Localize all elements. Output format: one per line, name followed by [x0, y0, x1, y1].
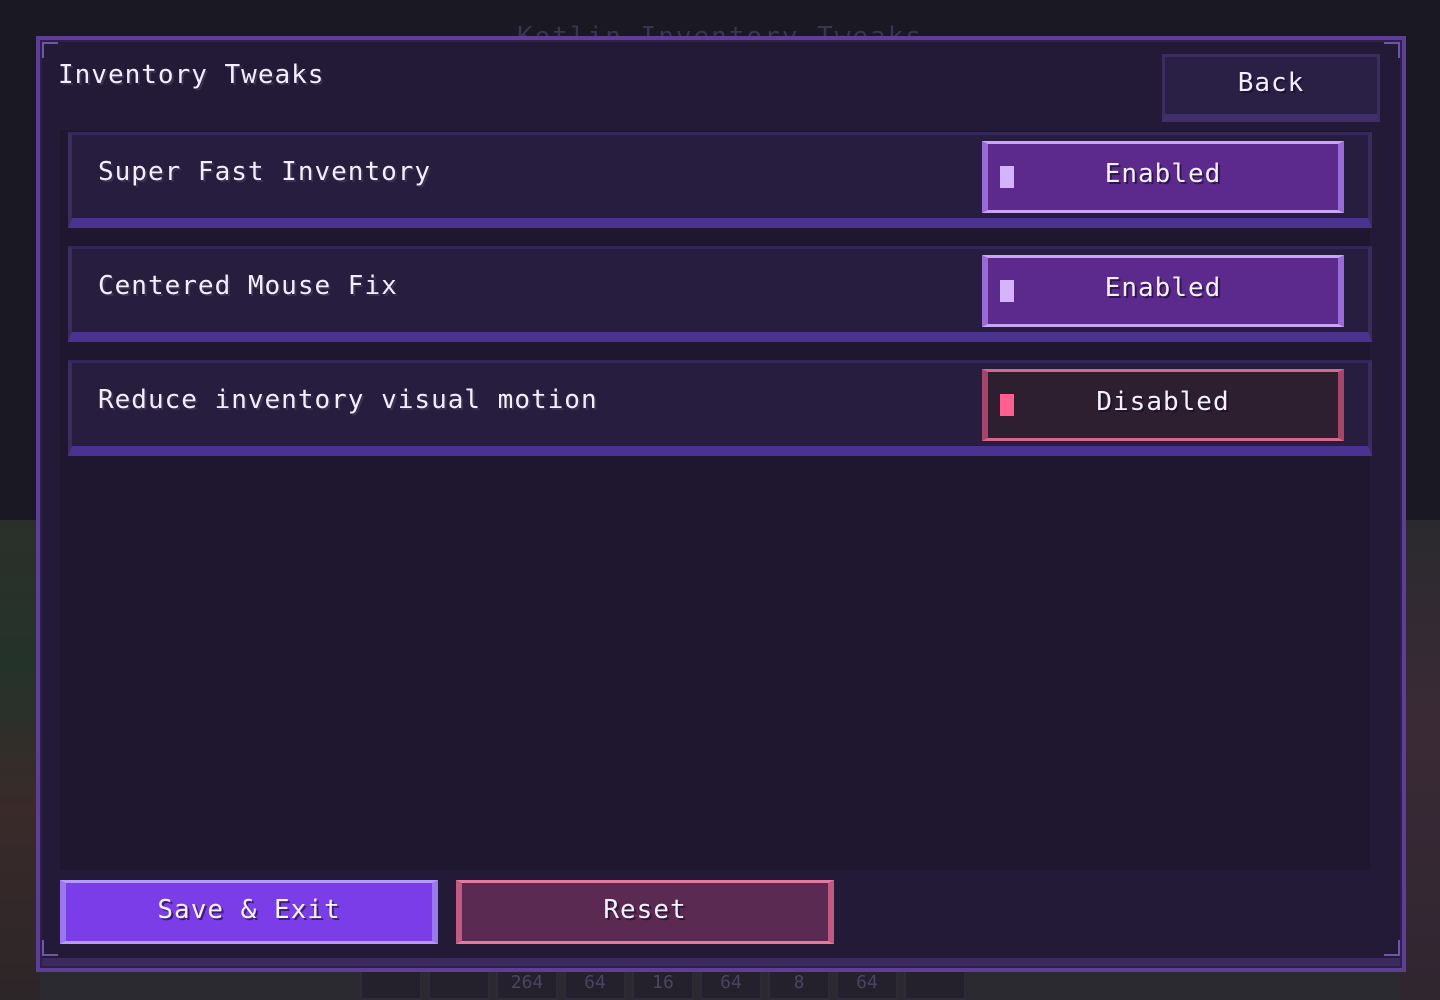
world-terrain-left: [0, 520, 40, 1000]
setting-label: Centered Mouse Fix: [98, 271, 398, 301]
toggle-value: Enabled: [1104, 273, 1222, 303]
setting-label: Super Fast Inventory: [98, 157, 432, 187]
save-and-exit-button[interactable]: Save & Exit: [60, 880, 438, 944]
page-title: Inventory Tweaks: [58, 60, 325, 90]
toggle-value: Enabled: [1104, 159, 1222, 189]
centered-mouse-fix-toggle[interactable]: Enabled: [982, 255, 1344, 327]
settings-list-area: [60, 130, 1370, 870]
toggle-indicator-icon: [1000, 394, 1014, 416]
corner-ornament: [1384, 940, 1400, 956]
back-button[interactable]: Back: [1162, 54, 1380, 122]
corner-ornament: [1384, 42, 1400, 58]
corner-ornament: [42, 940, 58, 956]
reduce-visual-motion-toggle[interactable]: Disabled: [982, 369, 1344, 441]
world-terrain-right: [1400, 520, 1440, 1000]
setting-row-super-fast-inventory: Super Fast Inventory Enabled: [68, 132, 1372, 228]
reset-button[interactable]: Reset: [456, 880, 834, 944]
setting-row-centered-mouse-fix: Centered Mouse Fix Enabled: [68, 246, 1372, 342]
corner-ornament: [42, 42, 58, 58]
setting-label: Reduce inventory visual motion: [98, 385, 598, 415]
toggle-value: Disabled: [1096, 387, 1230, 417]
toggle-indicator-icon: [1000, 166, 1014, 188]
super-fast-inventory-toggle[interactable]: Enabled: [982, 141, 1344, 213]
setting-row-reduce-visual-motion: Reduce inventory visual motion Disabled: [68, 360, 1372, 456]
toggle-indicator-icon: [1000, 280, 1014, 302]
